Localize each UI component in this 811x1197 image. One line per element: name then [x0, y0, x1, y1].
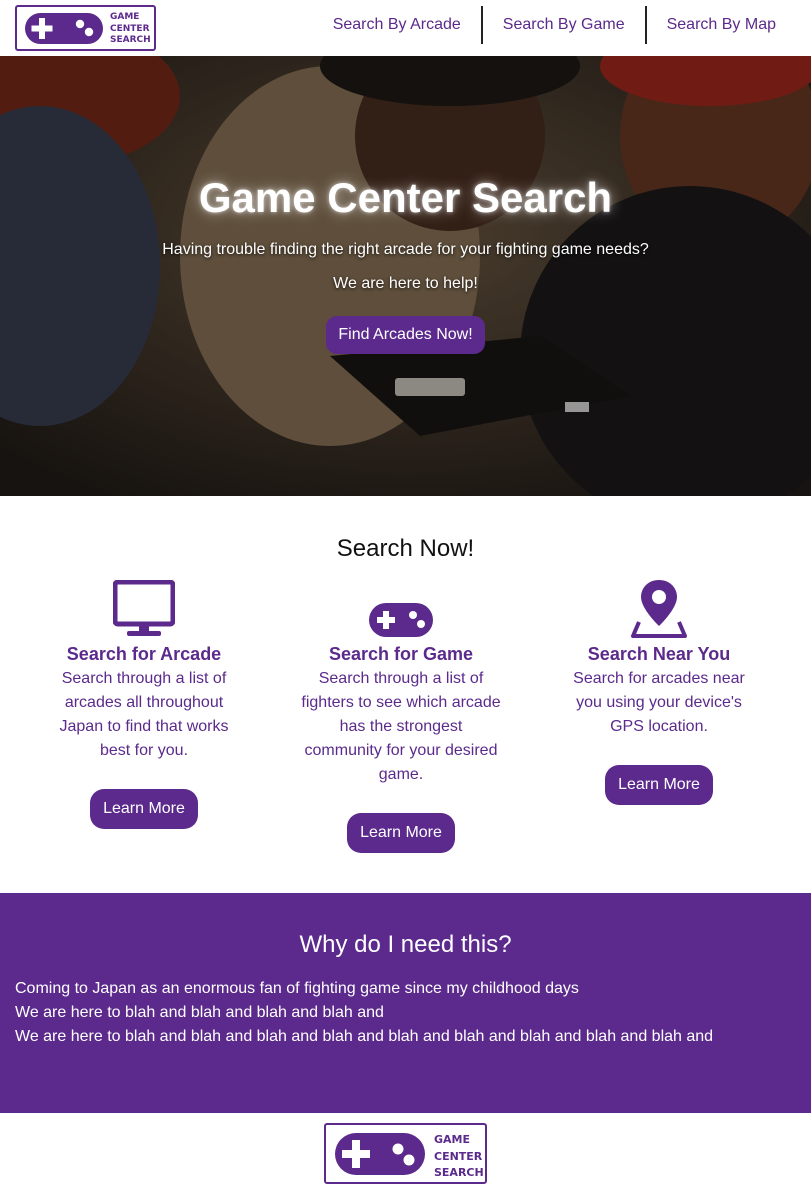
nav-search-by-arcade[interactable]: Search By Arcade	[313, 6, 481, 44]
why-title: Why do I need this?	[299, 931, 512, 958]
hero-title: Game Center Search	[198, 174, 613, 221]
nav-search-by-map[interactable]: Search By Map	[647, 6, 796, 44]
logo[interactable]: GAME CENTER SEARCH	[15, 5, 156, 51]
feature-icon-wrap	[301, 578, 501, 638]
find-arcades-button[interactable]: Find Arcades Now!	[326, 316, 485, 354]
feature-icon-wrap	[559, 578, 759, 638]
gamepad-logo-icon	[25, 13, 103, 44]
learn-more-arcade-button[interactable]: Learn More	[90, 789, 198, 829]
hero: Game Center Search Having trouble findin…	[0, 56, 811, 496]
feature-description: Search through a list of fighters to see…	[301, 670, 501, 783]
feature-title: Search Near You	[587, 644, 731, 664]
feature-search-near-you: Search Near You Search for arcades near …	[559, 578, 759, 805]
why-line: Coming to Japan as an enormous fan of fi…	[15, 980, 579, 997]
why-body: Coming to Japan as an enormous fan of fi…	[15, 977, 795, 1049]
why-line: We are here to blah and blah and blah an…	[15, 1004, 384, 1021]
why-section: Why do I need this? Coming to Japan as a…	[0, 893, 811, 1113]
feature-title: Search for Arcade	[66, 644, 222, 664]
logo-text: GAME CENTER SEARCH	[110, 12, 151, 45]
feature-description: Search for arcades near you using your d…	[573, 670, 745, 735]
hero-subtitle: Having trouble finding the right arcade …	[162, 241, 649, 258]
feature-icon-wrap	[44, 578, 244, 638]
map-pin-icon	[631, 580, 687, 638]
hero-tagline: We are here to help!	[333, 275, 478, 292]
gamepad-icon	[369, 603, 433, 637]
feature-title: Search for Game	[328, 644, 474, 664]
why-line: We are here to blah and blah and blah an…	[15, 1028, 714, 1045]
logo-text: GAME CENTER SEARCH	[434, 1133, 484, 1179]
feature-description: Search through a list of arcades all thr…	[59, 670, 229, 759]
footer-logo[interactable]: GAME CENTER SEARCH	[324, 1123, 487, 1184]
search-now-title: Search Now!	[336, 535, 475, 562]
nav-search-by-game[interactable]: Search By Game	[483, 6, 645, 44]
gamepad-logo-icon	[335, 1133, 425, 1175]
learn-more-map-button[interactable]: Learn More	[605, 765, 713, 805]
learn-more-game-button[interactable]: Learn More	[347, 813, 455, 853]
feature-search-arcade: Search for Arcade Search through a list …	[44, 578, 244, 829]
feature-search-game: Search for Game Search through a list of…	[301, 578, 501, 853]
nav-links: Search By Arcade Search By Game Search B…	[313, 6, 796, 44]
monitor-icon	[113, 580, 175, 636]
navbar: GAME CENTER SEARCH Search By Arcade Sear…	[0, 0, 811, 56]
